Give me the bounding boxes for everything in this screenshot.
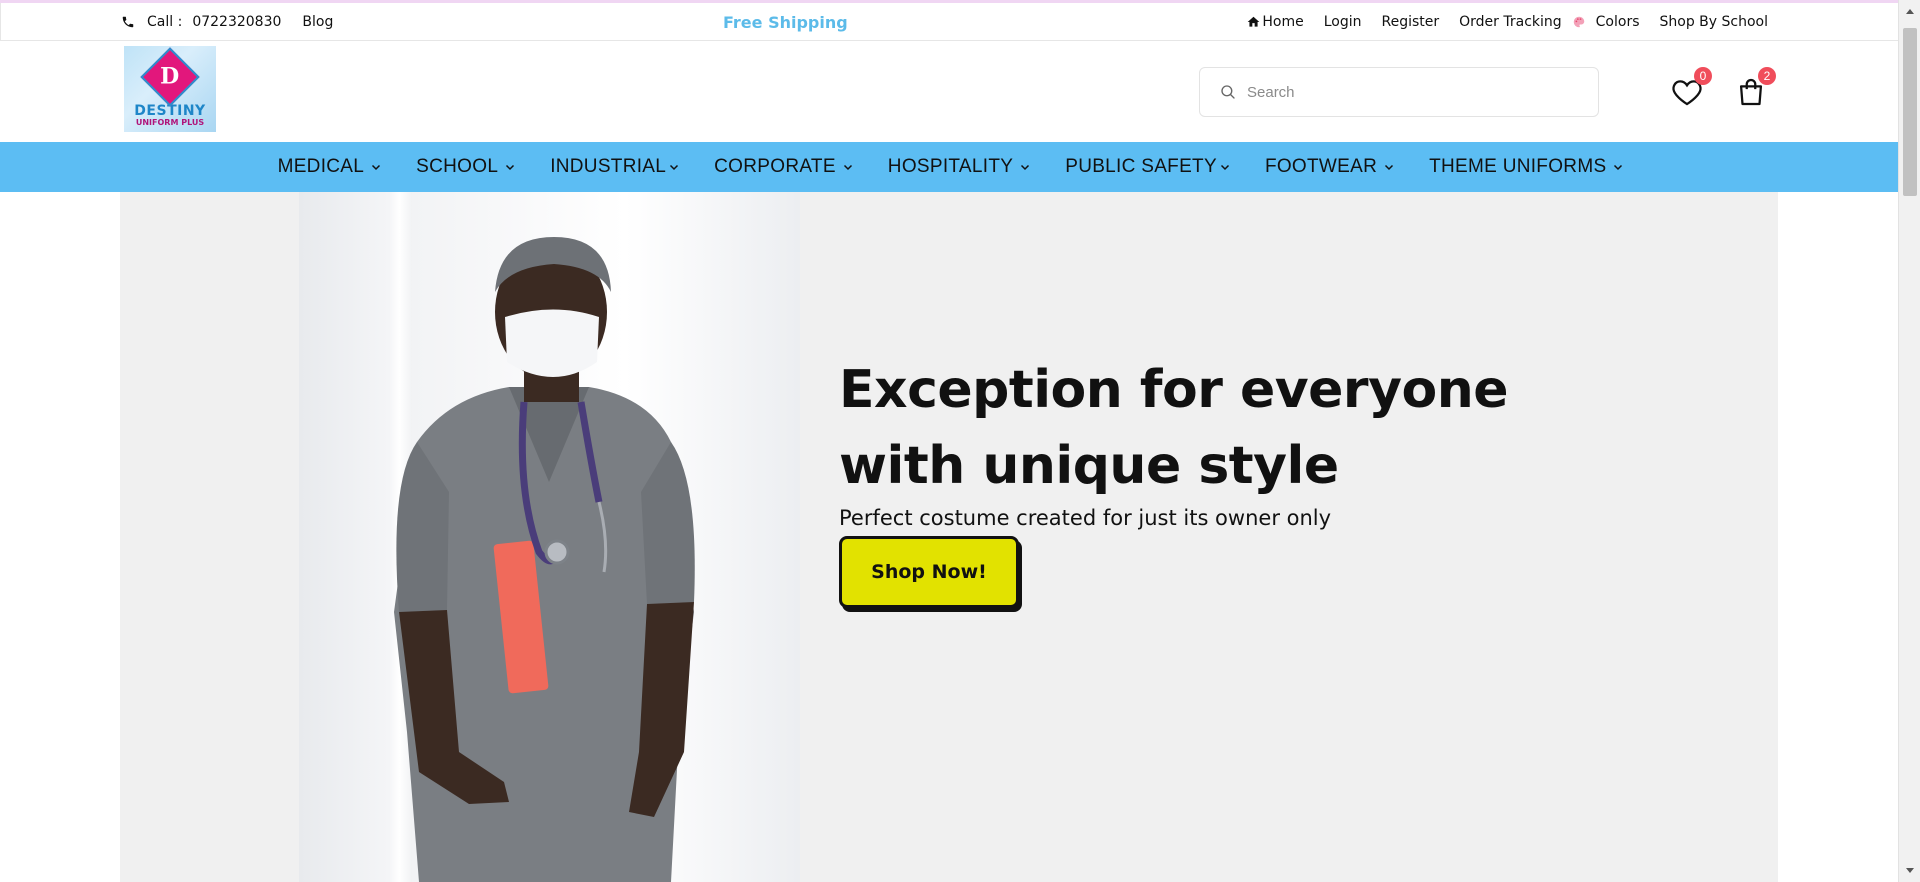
scrollbar-thumb[interactable]: [1903, 28, 1917, 196]
top-links: Home Login Register Order Tracking Color…: [1246, 3, 1768, 41]
call-label: Call :: [147, 14, 183, 30]
search-icon: [1221, 85, 1235, 99]
colors-link-label: Colors: [1595, 14, 1640, 30]
top-utility-bar: Call : 0722320830 Blog Free Shipping Hom…: [0, 3, 1898, 41]
logo-letter: D: [160, 63, 180, 90]
nav-item-footwear[interactable]: FOOTWEAR: [1265, 156, 1395, 178]
home-link[interactable]: Home: [1246, 14, 1304, 30]
search-box[interactable]: [1199, 67, 1599, 117]
chevron-down-icon: [843, 164, 852, 171]
phone-number[interactable]: 0722320830: [192, 14, 281, 30]
nav-item-industrial[interactable]: INDUSTRIAL: [550, 156, 680, 178]
contact-group: Call : 0722320830 Blog: [121, 3, 333, 41]
scroll-up-arrow[interactable]: [1899, 2, 1920, 20]
chevron-down-icon: [1385, 164, 1394, 171]
site-header: D DESTINY UNIFORM PLUS 0 2: [0, 42, 1898, 142]
nav-item-hospitality[interactable]: HOSPITALITY: [888, 156, 1031, 178]
nav-item-school[interactable]: SCHOOL: [416, 156, 516, 178]
nav-item-public-safety[interactable]: PUBLIC SAFETY: [1065, 156, 1231, 178]
colors-link[interactable]: Colors: [1572, 14, 1640, 30]
nav-item-label: SCHOOL: [416, 156, 499, 177]
chevron-down-icon: [372, 164, 381, 171]
shop-now-button[interactable]: Shop Now!: [839, 536, 1019, 608]
nav-item-label: CORPORATE: [714, 156, 836, 177]
chevron-down-icon: [670, 164, 679, 171]
scroll-down-arrow[interactable]: [1899, 862, 1920, 880]
chevron-down-icon: [1021, 164, 1030, 171]
logo-diamond: D: [140, 47, 200, 107]
nav-item-label: MEDICAL: [277, 156, 365, 177]
site-logo[interactable]: D DESTINY UNIFORM PLUS: [124, 46, 216, 132]
nav-item-corporate[interactable]: CORPORATE: [714, 156, 854, 178]
category-nav: MEDICAL SCHOOL INDUSTRIAL CORPORATE HOSP…: [0, 142, 1898, 192]
nav-item-medical[interactable]: MEDICAL: [278, 156, 383, 178]
register-link[interactable]: Register: [1381, 14, 1439, 30]
shop-by-school-link[interactable]: Shop By School: [1660, 14, 1768, 30]
hero-tagline: Perfect costume created for just its own…: [839, 506, 1332, 530]
nav-item-label: INDUSTRIAL: [550, 156, 667, 177]
cart-button[interactable]: 2: [1734, 67, 1776, 109]
palette-icon: [1573, 16, 1584, 28]
doctor-illustration: [394, 237, 695, 882]
chevron-down-icon: [1614, 164, 1623, 171]
nav-item-label: FOOTWEAR: [1264, 156, 1378, 177]
login-link[interactable]: Login: [1324, 14, 1362, 30]
hero-photo: [299, 192, 800, 882]
nav-item-label: THEME UNIFORMS: [1429, 156, 1607, 177]
chevron-down-icon: [1220, 164, 1229, 171]
hero-banner: Exception for everyone with unique style…: [120, 192, 1778, 882]
chevron-down-icon: [506, 164, 515, 171]
page-scrollbar[interactable]: [1898, 0, 1920, 882]
cart-count-badge: 2: [1758, 67, 1776, 85]
wishlist-button[interactable]: 0: [1670, 67, 1712, 109]
nav-item-label: PUBLIC SAFETY: [1065, 156, 1217, 177]
blog-link[interactable]: Blog: [302, 14, 333, 30]
wishlist-count-badge: 0: [1694, 67, 1712, 85]
logo-subtitle: UNIFORM PLUS: [135, 118, 205, 127]
phone-icon: [122, 16, 134, 28]
hero-heading: Exception for everyone with unique style: [839, 360, 1509, 496]
home-link-label: Home: [1262, 14, 1304, 30]
order-tracking-link[interactable]: Order Tracking: [1459, 14, 1562, 30]
nav-item-label: HOSPITALITY: [887, 156, 1014, 177]
free-shipping-promo: Free Shipping: [723, 12, 848, 32]
home-icon: [1248, 16, 1260, 27]
nav-item-theme-uniforms[interactable]: THEME UNIFORMS: [1429, 156, 1624, 178]
search-input[interactable]: [1247, 83, 1567, 101]
